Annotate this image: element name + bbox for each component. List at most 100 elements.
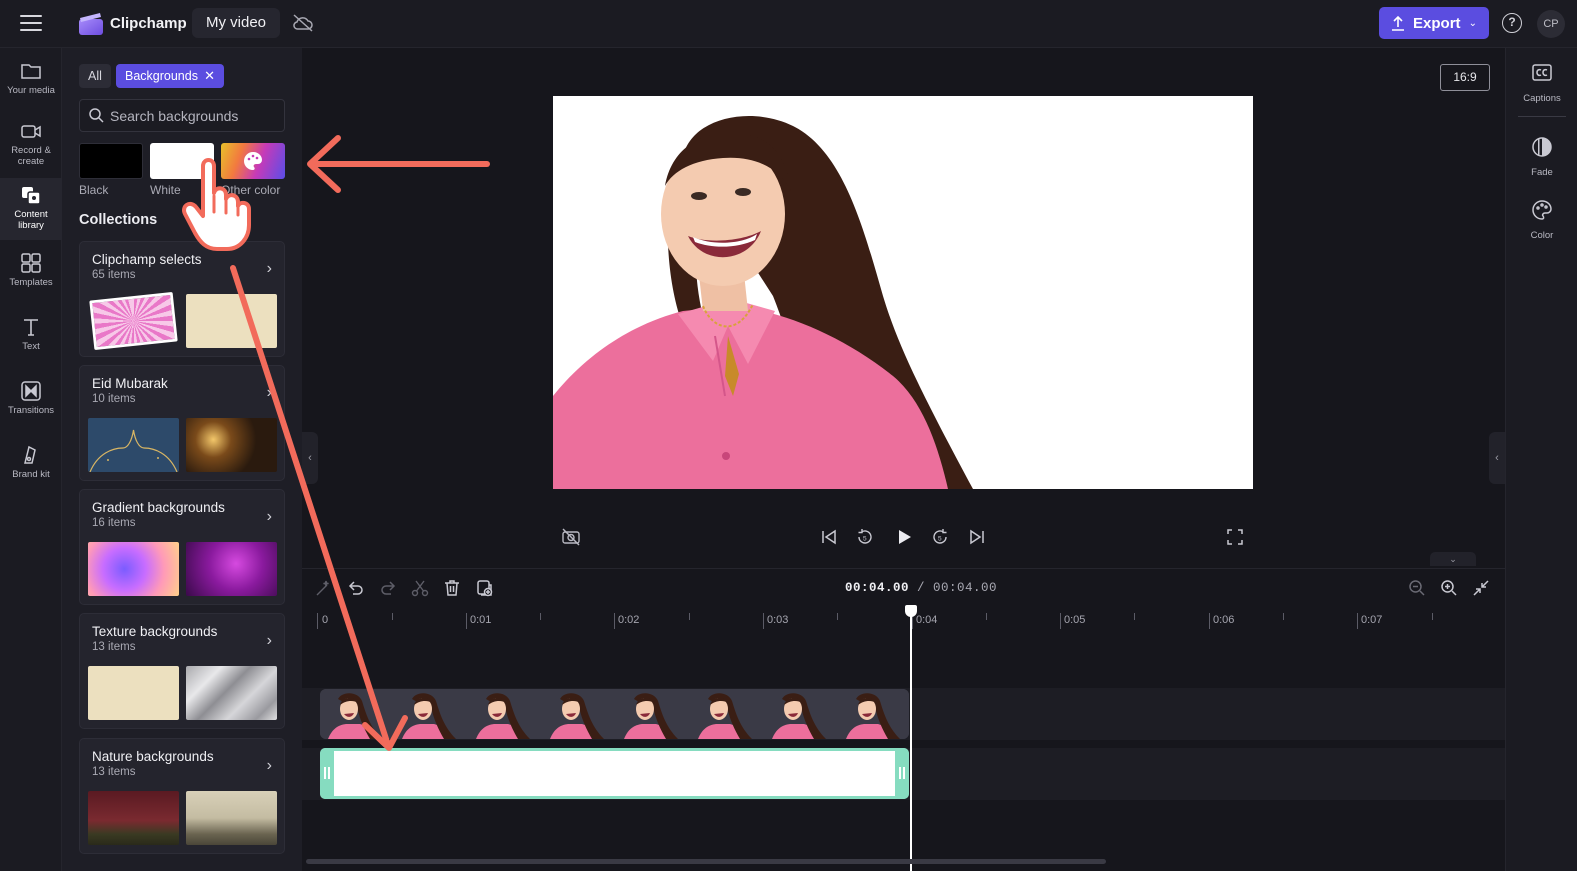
svg-text:5: 5 [863,536,867,543]
collection-name: Gradient backgrounds [92,500,225,515]
sidebar-item-record-create[interactable]: Record & create [0,114,62,174]
collection-thumbnail [88,666,179,720]
color-palette-icon [244,152,262,170]
chevron-right-icon: › [266,384,272,401]
magic-wand-icon[interactable] [314,578,334,598]
property-fade[interactable]: Fade [1506,136,1577,180]
search-box [79,99,285,132]
collection-card[interactable]: Nature backgrounds 13 items › [79,738,285,854]
sidebar-item-templates[interactable]: Templates [0,246,62,306]
svg-text:5: 5 [938,536,942,543]
chevron-down-icon: ⌄ [1468,17,1477,29]
skip-back-icon[interactable] [819,527,839,547]
collection-thumbnail [89,291,178,351]
skip-forward-icon[interactable] [967,527,987,547]
video-clip[interactable] [320,689,909,739]
collection-thumbnail [88,542,179,596]
sidebar-item-text[interactable]: Text [0,310,62,370]
chevron-right-icon: › [266,632,272,649]
help-icon[interactable]: ? [1502,13,1522,33]
backgrounds-panel: All Backgrounds ✕ Black White Other colo… [62,48,302,871]
trim-handle-right[interactable] [895,748,909,799]
cloud-off-icon[interactable] [292,13,314,33]
project-title[interactable]: My video [192,8,281,38]
avatar[interactable]: CP [1537,10,1565,38]
collapse-right-panel-button[interactable]: ‹ [1489,432,1505,484]
folder-icon [21,64,41,79]
collections-heading: Collections [79,212,158,228]
playhead[interactable] [910,610,912,871]
total-time: / 00:04.00 [917,581,998,595]
chevron-right-icon: › [266,508,272,525]
close-icon[interactable]: ✕ [204,64,215,88]
trash-icon[interactable] [442,578,462,598]
ruler-label: 0:07 [1361,614,1383,626]
templates-icon [21,253,41,273]
top-bar: Clipchamp My video Export ⌄ ? CP [0,0,1577,48]
timeline-scrollbar[interactable] [306,859,1106,864]
text-icon [24,319,38,336]
color-swatch-black[interactable] [79,143,143,179]
search-input[interactable] [110,100,280,131]
sidebar-item-transitions[interactable]: Transitions [0,374,62,434]
color-swatch-other[interactable] [221,143,285,179]
video-preview-canvas[interactable] [553,96,1253,489]
collection-name: Nature backgrounds [92,749,214,764]
collection-thumbnail [88,418,179,473]
filter-chip-backgrounds[interactable]: Backgrounds ✕ [116,64,224,88]
menu-icon[interactable] [20,15,42,33]
scissors-icon[interactable] [410,578,430,598]
white-background-clip[interactable] [320,748,909,799]
duplicate-icon[interactable] [475,578,495,598]
aspect-ratio-button[interactable]: 16:9 [1440,64,1490,91]
collection-card[interactable]: Gradient backgrounds 16 items › [79,489,285,605]
ruler-label: 0 [322,614,329,626]
chevron-right-icon: › [266,260,272,277]
export-button[interactable]: Export ⌄ [1379,7,1489,39]
upload-icon [1392,15,1405,31]
fullscreen-icon[interactable] [1225,527,1245,547]
divider [1518,116,1566,117]
redo-icon[interactable] [378,578,398,598]
collection-card[interactable]: Clipchamp selects 65 items › [79,241,285,357]
collection-count: 10 items [92,393,136,405]
sidebar-item-your-media[interactable]: Your media [0,54,62,114]
zoom-out-icon[interactable] [1407,578,1427,598]
forward-5s-icon[interactable]: 5 [930,527,950,547]
color-palette-icon [1532,200,1552,220]
fit-to-screen-icon[interactable] [1471,578,1491,598]
collection-thumbnail [186,666,277,720]
timeline-ruler[interactable]: 0 0:01 0:02 0:03 0:04 0:05 0:06 0:07 [302,607,1505,631]
rewind-5s-icon[interactable]: 5 [855,527,875,547]
filter-chip-label: Backgrounds [125,69,198,83]
color-label-other: Other color [221,183,281,197]
zoom-in-icon[interactable] [1439,578,1459,598]
property-color[interactable]: Color [1506,199,1577,243]
undo-icon[interactable] [346,578,366,598]
color-swatch-white[interactable] [150,143,214,179]
brand-name: Clipchamp [110,15,187,32]
playhead-handle[interactable] [905,605,917,617]
collection-card[interactable]: Eid Mubarak 10 items › [79,365,285,481]
camera-off-icon[interactable] [561,527,581,547]
current-time: 00:04.00 [845,581,910,595]
collection-card[interactable]: Texture backgrounds 13 items › [79,613,285,729]
camera-icon [21,125,41,138]
property-captions[interactable]: Captions [1506,62,1577,106]
ruler-label: 0:02 [618,614,640,626]
sidebar-item-content-library[interactable]: Content library [0,178,62,240]
trim-handle-left[interactable] [320,748,334,799]
sidebar-item-brand-kit[interactable]: Brand kit [0,438,62,498]
ruler-label: 0:06 [1213,614,1235,626]
collection-count: 13 items [92,766,136,778]
chevron-right-icon: › [266,757,272,774]
collapse-left-panel-button[interactable]: ‹ [302,432,318,484]
collapse-preview-button[interactable]: ⌄ [1430,552,1476,566]
play-icon[interactable] [894,527,914,547]
video-clip-thumbnails [320,689,909,739]
ruler-label: 0:05 [1064,614,1086,626]
filter-chip-all[interactable]: All [79,64,111,88]
collection-name: Clipchamp selects [92,252,202,267]
collection-thumbnail [186,542,277,596]
left-sidebar: Your media Record & create Content libra… [0,48,62,871]
